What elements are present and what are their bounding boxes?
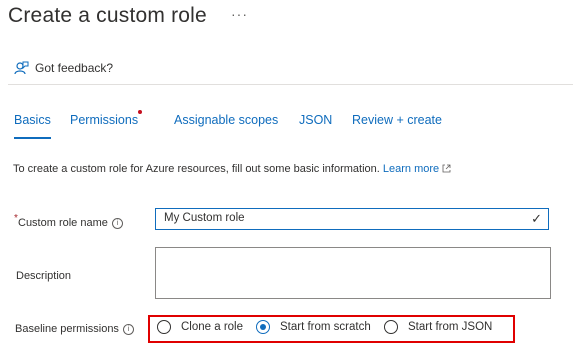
feedback-link[interactable]: Got feedback? (13, 60, 113, 76)
learn-more-label: Learn more (382, 163, 440, 175)
radio-clone-role[interactable]: Clone a role (157, 320, 243, 334)
custom-role-name-text: Custom role name (18, 217, 108, 229)
page-title: Create a custom role (8, 4, 207, 27)
tab-review-create[interactable]: Review + create (352, 113, 442, 127)
radio-circle-selected (256, 320, 270, 334)
custom-role-name-label: * Custom role name i (14, 213, 123, 229)
required-asterisk: * (14, 213, 18, 224)
feedback-label: Got feedback? (35, 61, 114, 75)
radio-start-from-json-label: Start from JSON (408, 321, 493, 333)
radio-start-from-scratch[interactable]: Start from scratch (256, 320, 371, 334)
baseline-permissions-text: Baseline permissions (15, 323, 119, 335)
radio-start-from-json[interactable]: Start from JSON (384, 320, 492, 334)
tab-assignable-scopes[interactable]: Assignable scopes (174, 113, 278, 127)
radio-circle (157, 320, 171, 334)
custom-role-name-value: My Custom role (164, 212, 245, 224)
required-dot (138, 110, 142, 114)
info-icon[interactable]: i (111, 217, 123, 229)
learn-more-link[interactable]: Learn more (383, 163, 451, 175)
radio-circle (384, 320, 398, 334)
divider (8, 84, 573, 85)
description-label: Description (16, 270, 72, 282)
baseline-permissions-label: Baseline permissions i (15, 323, 134, 335)
intro-description: To create a custom role for Azure resour… (13, 163, 380, 175)
checkmark-icon: ✓ (531, 211, 542, 226)
ellipsis-icon[interactable]: ··· (231, 6, 248, 22)
feedback-icon (14, 61, 29, 75)
tab-permissions[interactable]: Permissions (70, 113, 138, 127)
description-textarea[interactable] (155, 247, 551, 299)
radio-start-from-scratch-label: Start from scratch (280, 321, 371, 333)
radio-clone-role-label: Clone a role (181, 321, 244, 333)
external-link-icon (442, 164, 451, 173)
custom-role-name-input[interactable]: My Custom role ✓ (155, 208, 549, 230)
info-icon[interactable]: i (122, 323, 134, 335)
tab-basics[interactable]: Basics (14, 113, 51, 139)
tab-json[interactable]: JSON (299, 113, 332, 127)
intro-text: To create a custom role for Azure resour… (13, 163, 451, 175)
